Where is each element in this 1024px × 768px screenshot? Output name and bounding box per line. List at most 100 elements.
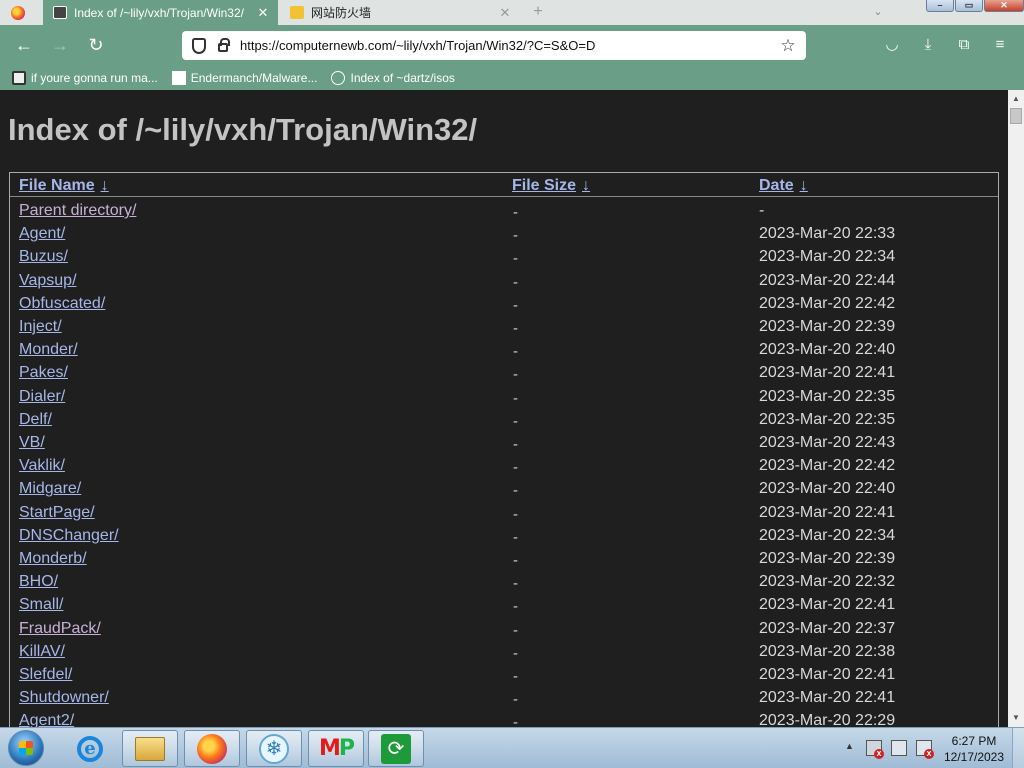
table-row: KillAV/ - 2023-Mar-20 22:38 <box>10 639 998 662</box>
file-name-link[interactable]: Pakes/ <box>19 364 68 382</box>
file-date: 2023-Mar-20 22:39 <box>759 318 896 335</box>
lock-icon[interactable] <box>218 38 230 52</box>
file-name-link[interactable]: Vapsup/ <box>19 272 77 290</box>
vertical-scrollbar[interactable]: ▲ ▼ <box>1008 90 1024 727</box>
file-size: - <box>513 505 518 523</box>
file-date: 2023-Mar-20 22:34 <box>759 526 896 544</box>
url-bar[interactable]: https://computernewb.com/~lily/vxh/Troja… <box>182 31 806 60</box>
bookmark-item[interactable]: Endermanch/Malware... <box>171 70 317 85</box>
sort-arrow-icon[interactable]: ↓ <box>800 177 808 194</box>
sort-arrow-icon[interactable]: ↓ <box>101 177 109 194</box>
volume-muted-icon[interactable] <box>916 740 934 759</box>
bookmark-label: Index of ~dartz/isos <box>350 70 455 85</box>
file-name-link[interactable]: Monderb/ <box>19 550 87 568</box>
downloads-icon[interactable]: ⤓ <box>916 33 940 57</box>
snowflake-icon: ❄ <box>259 733 289 764</box>
file-name-link[interactable]: Midgare/ <box>19 480 81 498</box>
table-row: Agent/ - 2023-Mar-20 22:33 <box>10 221 998 244</box>
navigation-toolbar: ← → ↻ https://computernewb.com/~lily/vxh… <box>0 25 1024 65</box>
back-button[interactable]: ← <box>12 33 36 57</box>
file-date: 2023-Mar-20 22:42 <box>759 457 896 475</box>
table-header: File Name ↓ File Size ↓ Date ↓ <box>10 173 998 197</box>
tab-close-icon[interactable]: ✕ <box>496 5 514 21</box>
file-name-link[interactable]: Slefdel/ <box>19 666 72 684</box>
file-date: - <box>759 202 765 219</box>
table-row: VB/ - 2023-Mar-20 22:43 <box>10 430 998 453</box>
taskbar-snow-app[interactable]: ❄ <box>246 730 302 767</box>
file-name-link[interactable]: KillAV/ <box>19 643 65 661</box>
reload-button[interactable]: ↻ <box>84 33 108 57</box>
file-name-link[interactable]: StartPage/ <box>19 504 95 522</box>
page-title: Index of /~lily/vxh/Trojan/Win32/ <box>8 112 478 147</box>
taskbar-internet-explorer[interactable]: e <box>62 730 118 767</box>
file-name-link[interactable]: Inject/ <box>19 318 62 336</box>
folder-icon <box>290 6 304 19</box>
file-date: 2023-Mar-20 22:29 <box>759 712 896 727</box>
file-name-link[interactable]: Parent directory/ <box>19 202 136 220</box>
url-input[interactable]: https://computernewb.com/~lily/vxh/Troja… <box>240 38 778 53</box>
file-name-link[interactable]: Monder/ <box>19 341 78 359</box>
column-header-file-name[interactable]: File Name ↓ <box>19 177 109 195</box>
bookmark-item[interactable]: Index of ~dartz/isos <box>331 70 455 85</box>
list-all-tabs-button[interactable]: ⌄ <box>868 2 888 22</box>
taskbar-mp-app[interactable]: MP <box>308 730 364 767</box>
pocket-icon[interactable]: ◡ <box>880 33 904 57</box>
close-window-button[interactable]: ✕ <box>984 0 1024 12</box>
action-center-flag-icon[interactable] <box>866 740 884 759</box>
file-name-link[interactable]: Dialer/ <box>19 388 65 406</box>
start-button[interactable] <box>8 730 44 766</box>
taskbar-firefox[interactable] <box>184 730 240 767</box>
tab-inactive[interactable]: 网站防火墙 ✕ <box>280 0 520 25</box>
scrollbar-thumb[interactable] <box>1010 108 1022 124</box>
bookmark-star-icon[interactable]: ☆ <box>778 36 798 56</box>
column-header-file-size[interactable]: File Size ↓ <box>512 177 590 195</box>
file-name-link[interactable]: Small/ <box>19 596 63 614</box>
file-size: - <box>513 436 518 453</box>
file-name-link[interactable]: BHO/ <box>19 573 58 591</box>
tracking-protection-shield-icon[interactable] <box>192 37 206 54</box>
maximize-button[interactable]: ▭ <box>955 0 983 12</box>
hamburger-menu-icon[interactable]: ≡ <box>988 33 1012 57</box>
minimize-button[interactable]: – <box>926 0 954 12</box>
table-row: Buzus/ - 2023-Mar-20 22:34 <box>10 244 998 267</box>
scroll-down-icon[interactable]: ▼ <box>1008 711 1024 725</box>
file-name-link[interactable]: Shutdowner/ <box>19 689 109 707</box>
file-name-link[interactable]: Delf/ <box>19 411 52 429</box>
show-desktop-button[interactable] <box>1012 728 1024 768</box>
bookmark-item[interactable]: if youre gonna run ma... <box>12 70 158 85</box>
table-row: FraudPack/ - 2023-Mar-20 22:37 <box>10 616 998 639</box>
firefox-icon <box>11 5 25 20</box>
show-hidden-icons-button[interactable]: ▲ <box>845 741 854 751</box>
tab-active[interactable]: Index of /~lily/vxh/Trojan/Win32/ ✕ <box>43 0 278 25</box>
taskbar-windows-explorer[interactable] <box>122 730 178 767</box>
file-size: - <box>513 250 518 268</box>
file-name-link[interactable]: Agent/ <box>19 225 65 243</box>
file-date: 2023-Mar-20 22:43 <box>759 434 896 451</box>
file-date: 2023-Mar-20 22:35 <box>759 410 896 428</box>
firefox-view-button[interactable] <box>0 0 36 25</box>
bookmarks-toolbar: if youre gonna run ma... Endermanch/Malw… <box>0 65 1024 90</box>
sort-arrow-icon[interactable]: ↓ <box>582 177 590 194</box>
scroll-up-icon[interactable]: ▲ <box>1008 92 1024 106</box>
file-date: 2023-Mar-20 22:41 <box>759 503 896 521</box>
new-tab-button[interactable]: + <box>528 2 548 22</box>
file-name-link[interactable]: DNSChanger/ <box>19 527 119 545</box>
column-label: Date <box>759 177 794 194</box>
file-name-link[interactable]: Vaklik/ <box>19 457 65 475</box>
forward-button[interactable]: → <box>48 33 72 57</box>
extensions-icon[interactable]: ⧉ <box>952 33 976 57</box>
network-icon[interactable] <box>891 740 907 756</box>
column-header-date[interactable]: Date ↓ <box>759 177 808 195</box>
file-name-link[interactable]: FraudPack/ <box>19 620 101 638</box>
system-clock[interactable]: 6:27 PM 12/17/2023 <box>938 733 1010 765</box>
tab-title: Index of /~lily/vxh/Trojan/Win32/ <box>74 5 244 20</box>
file-name-link[interactable]: VB/ <box>19 434 45 452</box>
mp-icon: MP <box>319 736 355 761</box>
file-name-link[interactable]: Agent2/ <box>19 712 74 727</box>
file-name-link[interactable]: Buzus/ <box>19 248 68 266</box>
taskbar-sync-app[interactable]: ⟳ <box>368 730 424 767</box>
file-size: - <box>513 528 518 546</box>
tab-close-icon[interactable]: ✕ <box>254 5 272 21</box>
file-name-link[interactable]: Obfuscated/ <box>19 295 105 313</box>
file-size: - <box>513 621 518 639</box>
